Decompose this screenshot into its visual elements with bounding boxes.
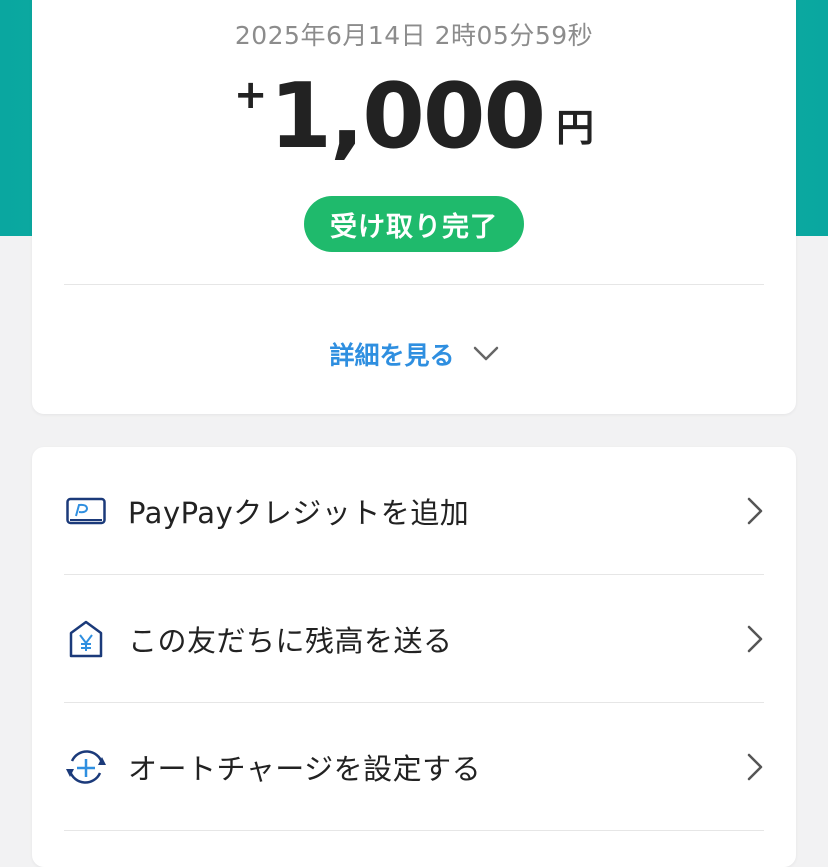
actions-card: PayPayクレジットを追加 この友だちに残高を送る オートチャージを設定する xyxy=(32,447,796,867)
auto-charge-button[interactable]: オートチャージを設定する xyxy=(32,703,796,830)
amount-value: 1,000 xyxy=(269,64,546,169)
chevron-right-icon xyxy=(746,752,766,782)
transaction-timestamp: 2025年6月14日 2時05分59秒 xyxy=(234,21,594,50)
chevron-right-icon xyxy=(746,496,766,526)
amount-display: + 1,000 円 xyxy=(32,72,796,162)
currency-unit: 円 xyxy=(556,106,595,150)
auto-charge-icon xyxy=(64,745,108,789)
action-label: PayPayクレジットを追加 xyxy=(128,495,470,530)
chevron-right-icon xyxy=(746,624,766,654)
action-label: オートチャージを設定する xyxy=(128,751,482,786)
show-details-label: 詳細を見る xyxy=(329,341,455,370)
show-details-button[interactable]: 詳細を見る xyxy=(32,336,796,372)
status-badge: 受け取り完了 xyxy=(304,196,524,252)
action-label: この友だちに残高を送る xyxy=(128,623,453,658)
amount-sign: + xyxy=(233,72,268,118)
chevron-down-icon xyxy=(473,346,499,362)
send-balance-button[interactable]: この友だちに残高を送る xyxy=(32,575,796,702)
divider xyxy=(64,284,764,285)
divider xyxy=(64,830,764,831)
credit-card-icon xyxy=(64,489,108,533)
add-paypay-credit-button[interactable]: PayPayクレジットを追加 xyxy=(32,447,796,574)
yen-house-icon xyxy=(64,617,108,661)
transaction-card: 2025年6月14日 2時05分59秒 + 1,000 円 受け取り完了 詳細を… xyxy=(32,0,796,414)
